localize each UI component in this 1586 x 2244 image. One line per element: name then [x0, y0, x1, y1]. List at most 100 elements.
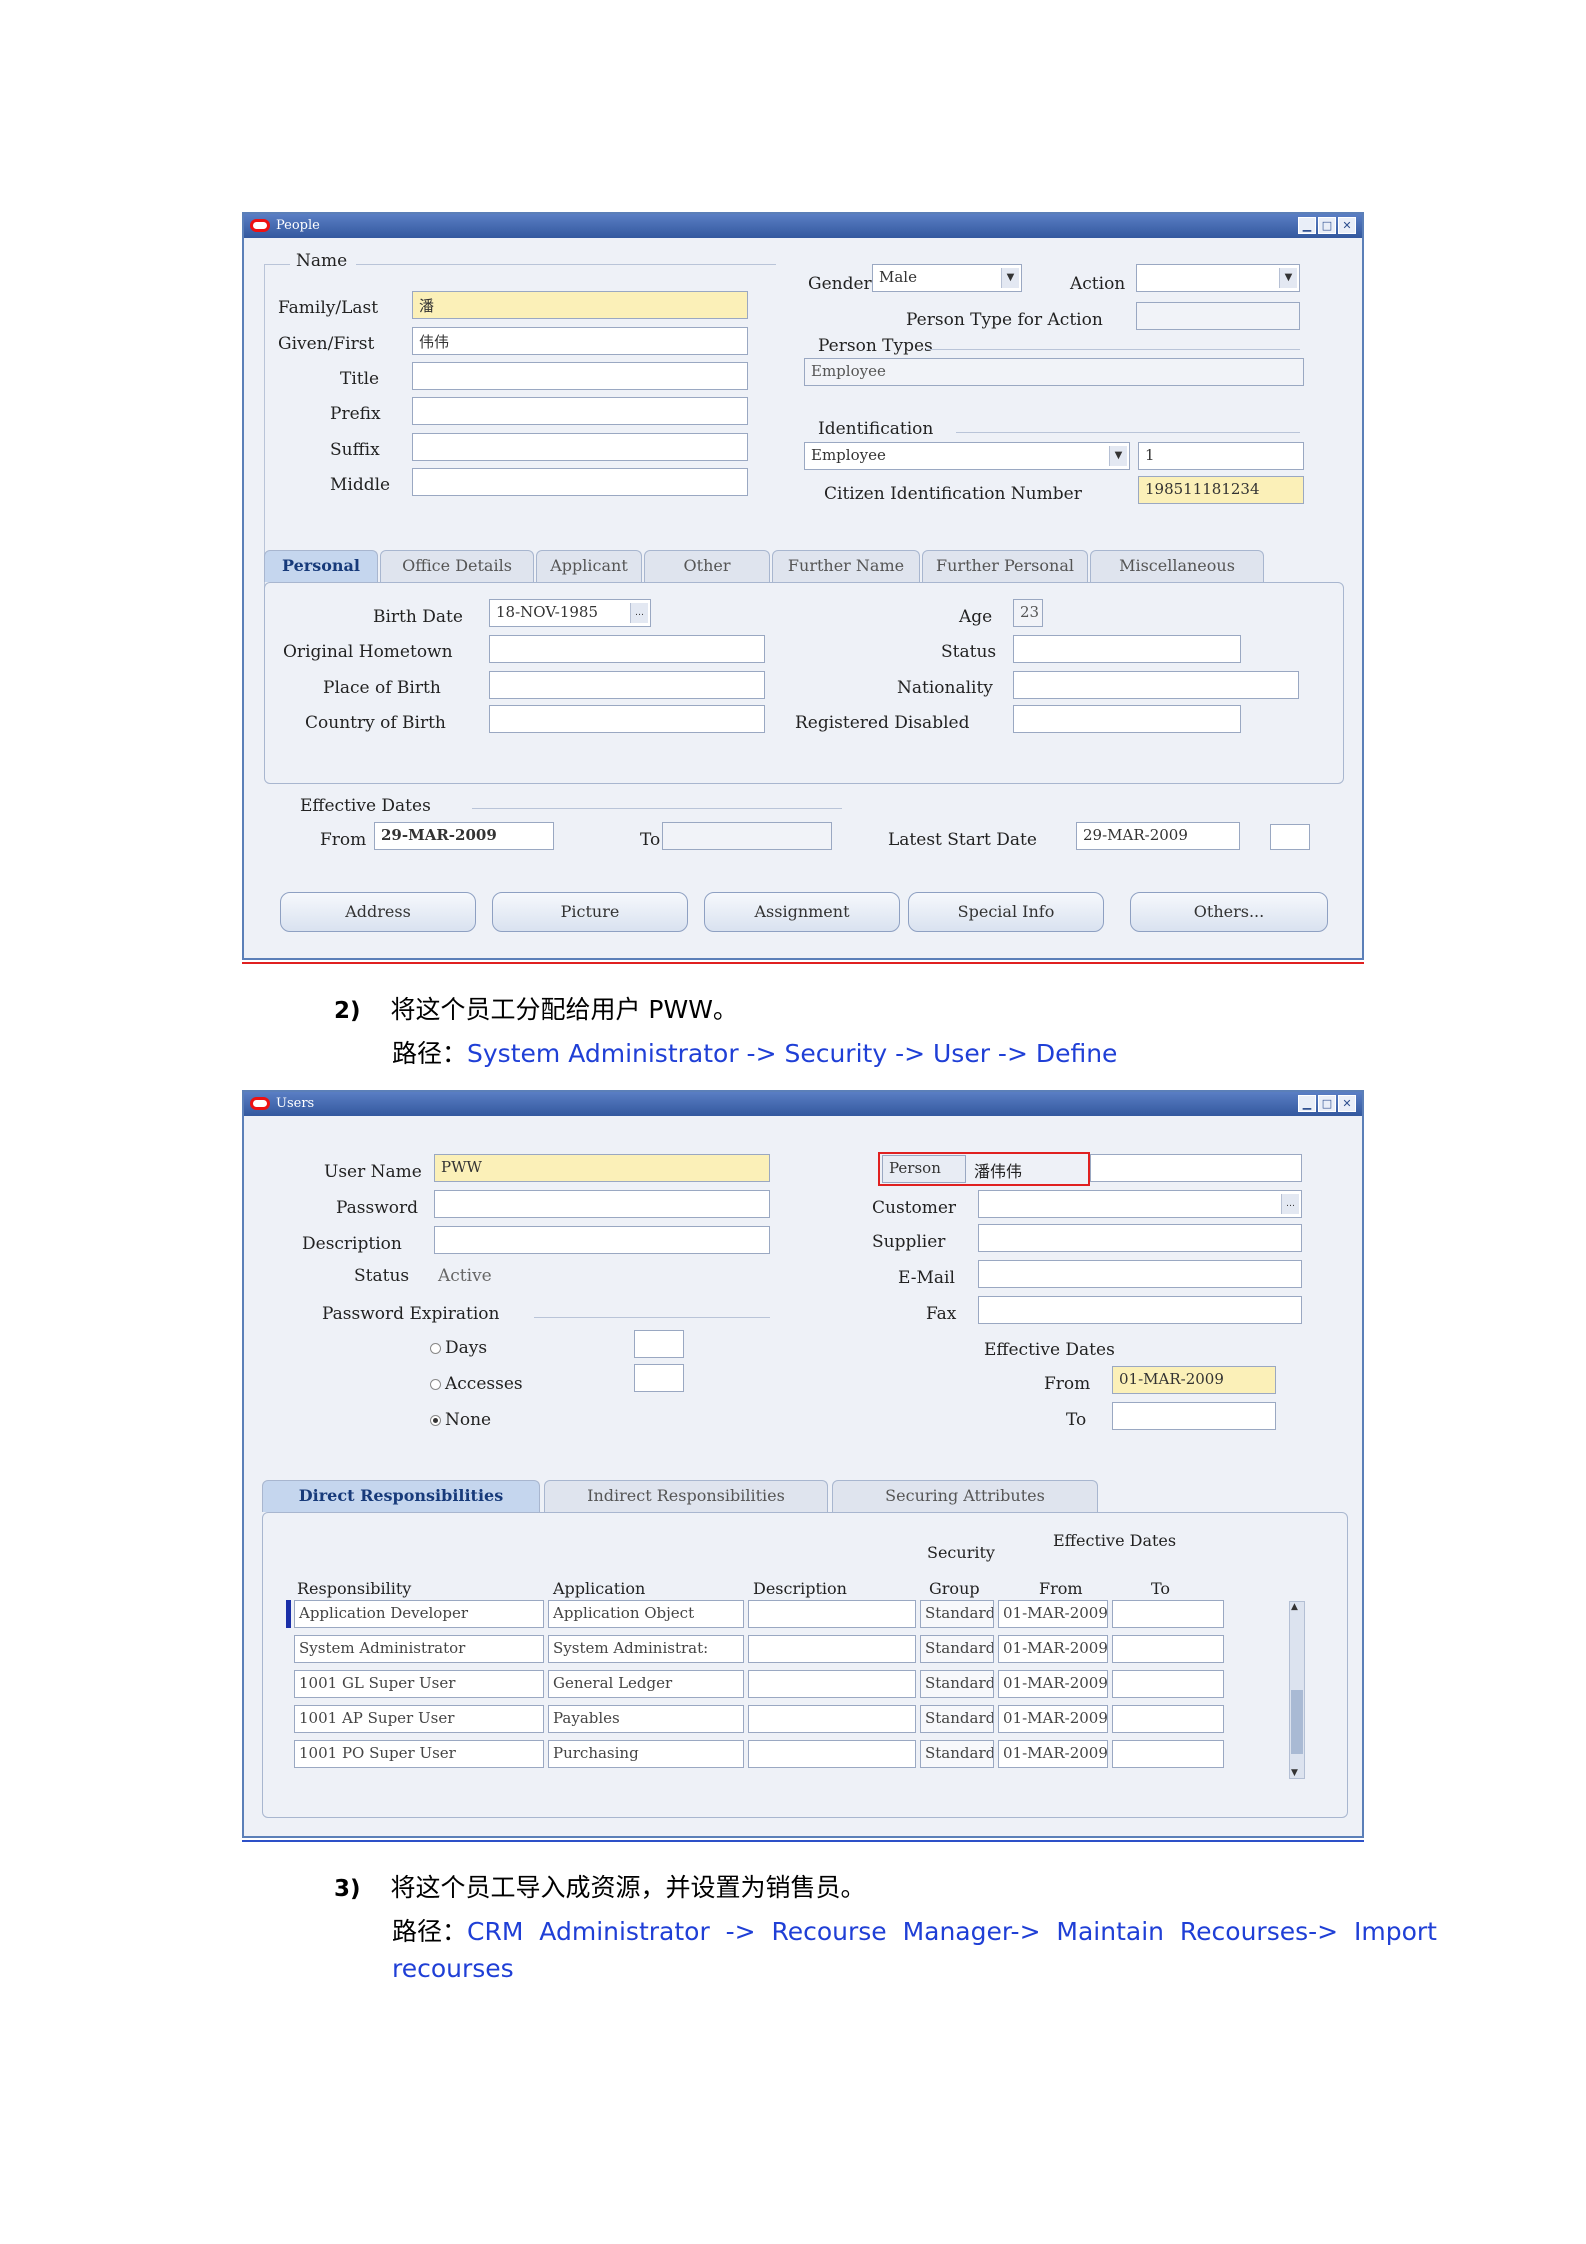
group-cell[interactable]: Standard [920, 1740, 994, 1768]
prefix-field[interactable] [412, 397, 748, 425]
accesses-field[interactable] [634, 1364, 684, 1392]
picture-button[interactable]: Picture [492, 892, 688, 932]
responsibility-cell[interactable]: Application Developer [294, 1600, 544, 1628]
identification-type-select[interactable]: Employee ▼ [804, 442, 1130, 470]
tab-indirect-responsibilities[interactable]: Indirect Responsibilities [544, 1480, 828, 1512]
to-cell[interactable] [1112, 1705, 1224, 1733]
step2-path-link[interactable]: System Administrator -> Security -> User… [467, 1039, 1117, 1068]
person-field[interactable] [1090, 1154, 1302, 1182]
scroll-down-icon[interactable]: ▼ [1291, 1768, 1298, 1778]
special-info-button[interactable]: Special Info [908, 892, 1104, 932]
tab-securing-attributes[interactable]: Securing Attributes [832, 1480, 1098, 1512]
customer-field[interactable]: … [978, 1190, 1302, 1218]
description-cell[interactable] [748, 1670, 916, 1698]
close-icon[interactable]: ✕ [1338, 1095, 1356, 1112]
group-cell[interactable]: Standard [920, 1705, 994, 1733]
responsibility-cell[interactable]: System Administrator [294, 1635, 544, 1663]
to-cell[interactable] [1112, 1635, 1224, 1663]
to-cell[interactable] [1112, 1670, 1224, 1698]
original-hometown-field[interactable] [489, 635, 765, 663]
chevron-down-icon[interactable]: ▼ [1109, 446, 1127, 466]
password-field[interactable] [434, 1190, 770, 1218]
responsibility-cell[interactable]: 1001 PO Super User [294, 1740, 544, 1768]
to-cell[interactable] [1112, 1600, 1224, 1628]
days-field[interactable] [634, 1330, 684, 1358]
tab-office-details[interactable]: Office Details [380, 550, 534, 582]
maximize-icon[interactable]: □ [1318, 217, 1336, 234]
from-date-field[interactable]: 29-MAR-2009 [374, 822, 554, 850]
identification-number-field[interactable]: 1 [1138, 442, 1304, 470]
middle-field[interactable] [412, 468, 748, 496]
fax-field[interactable] [978, 1296, 1302, 1324]
application-cell[interactable]: Application Object [548, 1600, 744, 1628]
birth-date-field[interactable]: 18-NOV-1985 … [489, 599, 651, 627]
user-name-field[interactable]: PWW [434, 1154, 770, 1182]
family-last-field[interactable]: 潘 [412, 291, 748, 319]
description-cell[interactable] [748, 1705, 916, 1733]
none-radio[interactable]: None [430, 1410, 491, 1430]
table-scrollbar[interactable]: ▲ ▼ [1289, 1601, 1305, 1779]
tab-other[interactable]: Other [644, 550, 770, 582]
accesses-radio[interactable]: Accesses [430, 1374, 523, 1394]
group-cell[interactable]: Standard [920, 1635, 994, 1663]
given-first-field[interactable]: 伟伟 [412, 327, 748, 355]
tab-applicant[interactable]: Applicant [536, 550, 642, 582]
application-cell[interactable]: Purchasing [548, 1740, 744, 1768]
others-button[interactable]: Others... [1130, 892, 1328, 932]
to-date-field[interactable] [1112, 1402, 1276, 1430]
from-cell[interactable]: 01-MAR-2009 [998, 1670, 1108, 1698]
application-cell[interactable]: General Ledger [548, 1670, 744, 1698]
application-cell[interactable]: Payables [548, 1705, 744, 1733]
responsibility-cell[interactable]: 1001 GL Super User [294, 1670, 544, 1698]
description-cell[interactable] [748, 1635, 916, 1663]
application-cell[interactable]: System Administrat: [548, 1635, 744, 1663]
description-cell[interactable] [748, 1600, 916, 1628]
description-field[interactable] [434, 1226, 770, 1254]
from-cell[interactable]: 01-MAR-2009 [998, 1740, 1108, 1768]
country-of-birth-field[interactable] [489, 705, 765, 733]
maximize-icon[interactable]: □ [1318, 1095, 1336, 1112]
group-cell[interactable]: Standard [920, 1600, 994, 1628]
action-select[interactable]: ▼ [1136, 264, 1300, 292]
scroll-up-icon[interactable]: ▲ [1291, 1602, 1298, 1612]
group-cell[interactable]: Standard [920, 1670, 994, 1698]
from-cell[interactable]: 01-MAR-2009 [998, 1705, 1108, 1733]
email-field[interactable] [978, 1260, 1302, 1288]
responsibility-cell[interactable]: 1001 AP Super User [294, 1705, 544, 1733]
from-cell[interactable]: 01-MAR-2009 [998, 1635, 1108, 1663]
minimize-icon[interactable]: ▁ [1298, 1095, 1316, 1112]
people-title-bar[interactable]: People ▁ □ ✕ [244, 214, 1362, 238]
address-button[interactable]: Address [280, 892, 476, 932]
tab-direct-responsibilities[interactable]: Direct Responsibilities [262, 1480, 540, 1512]
close-icon[interactable]: ✕ [1338, 217, 1356, 234]
chevron-down-icon[interactable]: ▼ [1279, 268, 1297, 288]
step3-path-link-cont[interactable]: recourses [392, 1954, 514, 1983]
assignment-button[interactable]: Assignment [704, 892, 900, 932]
nationality-field[interactable] [1013, 671, 1299, 699]
lov-icon[interactable]: … [1281, 1194, 1299, 1214]
gender-select[interactable]: Male ▼ [872, 264, 1022, 292]
chevron-down-icon[interactable]: ▼ [1001, 268, 1019, 288]
person-value[interactable]: 潘伟伟 [974, 1158, 1022, 1182]
tab-further-name[interactable]: Further Name [772, 550, 920, 582]
tab-personal[interactable]: Personal [264, 550, 378, 582]
tab-miscellaneous[interactable]: Miscellaneous [1090, 550, 1264, 582]
calendar-icon[interactable]: … [630, 603, 648, 623]
registered-disabled-field[interactable] [1013, 705, 1241, 733]
place-of-birth-field[interactable] [489, 671, 765, 699]
latest-start-field[interactable]: 29-MAR-2009 [1076, 822, 1240, 850]
status-field[interactable] [1013, 635, 1241, 663]
supplier-field[interactable] [978, 1224, 1302, 1252]
citizen-id-field[interactable]: 198511181234 [1138, 476, 1304, 504]
description-cell[interactable] [748, 1740, 916, 1768]
step3-path-link[interactable]: CRM Administrator -> Recourse Manager-> … [467, 1917, 1437, 1946]
title-field[interactable] [412, 362, 748, 390]
tab-further-personal[interactable]: Further Personal [922, 550, 1088, 582]
users-title-bar[interactable]: Users ▁ □ ✕ [244, 1092, 1362, 1116]
from-cell[interactable]: 01-MAR-2009 [998, 1600, 1108, 1628]
minimize-icon[interactable]: ▁ [1298, 217, 1316, 234]
to-cell[interactable] [1112, 1740, 1224, 1768]
flag-field[interactable] [1270, 824, 1310, 850]
scroll-thumb[interactable] [1291, 1690, 1303, 1754]
from-date-field[interactable]: 01-MAR-2009 [1112, 1366, 1276, 1394]
